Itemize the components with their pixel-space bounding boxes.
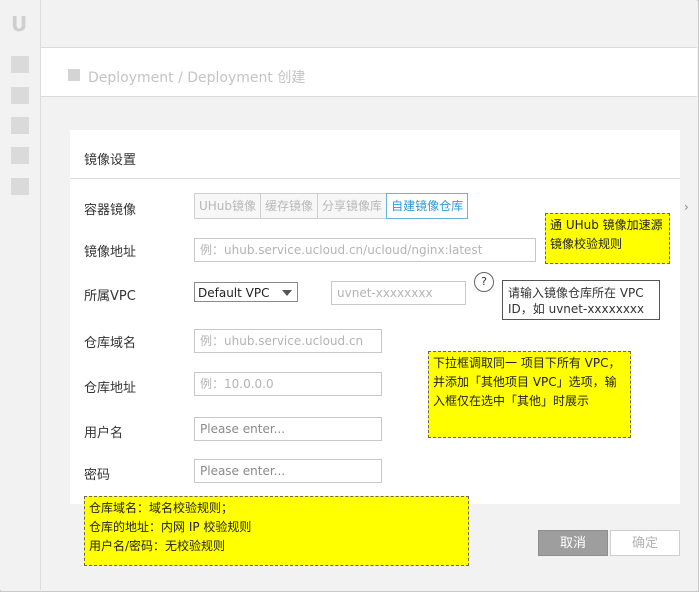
rule-repo-addr: 仓库的地址：内网 IP 校验规则 — [89, 520, 252, 534]
domain-input[interactable]: 例：uhub.service.ucloud.cn — [194, 329, 382, 353]
tab-uhub-image[interactable]: UHub镜像 — [194, 193, 262, 219]
sidebar: U — [0, 0, 41, 590]
image-source-tabs: UHub镜像 缓存镜像 分享镜像库 自建镜像仓库 — [194, 193, 469, 219]
top-bar — [41, 0, 697, 48]
chevron-down-icon — [282, 290, 292, 296]
sidebar-item-4[interactable] — [11, 147, 29, 164]
page-icon — [68, 69, 80, 81]
tab-self-built-registry[interactable]: 自建镜像仓库 — [386, 193, 469, 219]
validation-rules-note: 仓库域名：域名校验规则； 仓库的地址：内网 IP 校验规则 用户名/密码：无校验… — [84, 496, 469, 566]
image-addr-label: 镜像地址 — [84, 245, 137, 260]
tab-cache-image[interactable]: 缓存镜像 — [260, 193, 319, 219]
rule-credentials: 用户名/密码：无校验规则 — [89, 539, 226, 553]
page-header: Deployment / Deployment 创建 — [41, 48, 697, 97]
rule-domain: 仓库域名：域名校验规则； — [89, 501, 234, 515]
username-label: 用户名 — [84, 426, 124, 441]
vpc-dropdown-note: 下拉框调取同一 项目下所有 VPC，并添加「其他项目 VPC」选项，输入框仅在选… — [428, 351, 631, 438]
vpc-tooltip: 请输入镜像仓库所在 VPC ID，如 uvnet-xxxxxxxx — [502, 280, 660, 320]
confirm-button[interactable]: 确定 — [610, 530, 680, 556]
chevron-right-icon: › — [684, 200, 689, 214]
breadcrumb: Deployment / Deployment 创建 — [88, 70, 306, 86]
tab-shared-image[interactable]: 分享镜像库 — [317, 193, 388, 219]
vpc-select-value: Default VPC — [198, 286, 270, 300]
domain-label: 仓库域名 — [84, 336, 137, 351]
password-label: 密码 — [84, 468, 111, 483]
app-logo: U — [11, 12, 28, 36]
vpc-id-input[interactable]: uvnet-xxxxxxxx — [331, 281, 466, 305]
card-divider — [70, 178, 680, 179]
repo-addr-label: 仓库地址 — [84, 381, 137, 396]
sidebar-item-3[interactable] — [11, 117, 29, 134]
card-title: 镜像设置 — [84, 153, 137, 168]
password-input[interactable]: Please enter... — [194, 459, 382, 483]
vpc-label: 所属VPC — [84, 289, 136, 304]
cancel-button[interactable]: 取消 — [538, 530, 608, 556]
image-label: 容器镜像 — [84, 203, 137, 218]
help-icon[interactable]: ? — [474, 272, 494, 292]
uhub-rule-note: 通 UHub 镜像加速源镜像校验规则 — [545, 213, 670, 264]
sidebar-item-1[interactable] — [11, 56, 29, 73]
repo-addr-input[interactable]: 例：10.0.0.0 — [194, 372, 382, 396]
image-addr-input[interactable]: 例：uhub.service.ucloud.cn/ucloud/nginx:la… — [194, 238, 536, 262]
sidebar-item-2[interactable] — [11, 87, 29, 104]
vpc-select[interactable]: Default VPC — [194, 282, 298, 302]
sidebar-item-5[interactable] — [11, 178, 29, 195]
username-input[interactable]: Please enter... — [194, 417, 382, 441]
